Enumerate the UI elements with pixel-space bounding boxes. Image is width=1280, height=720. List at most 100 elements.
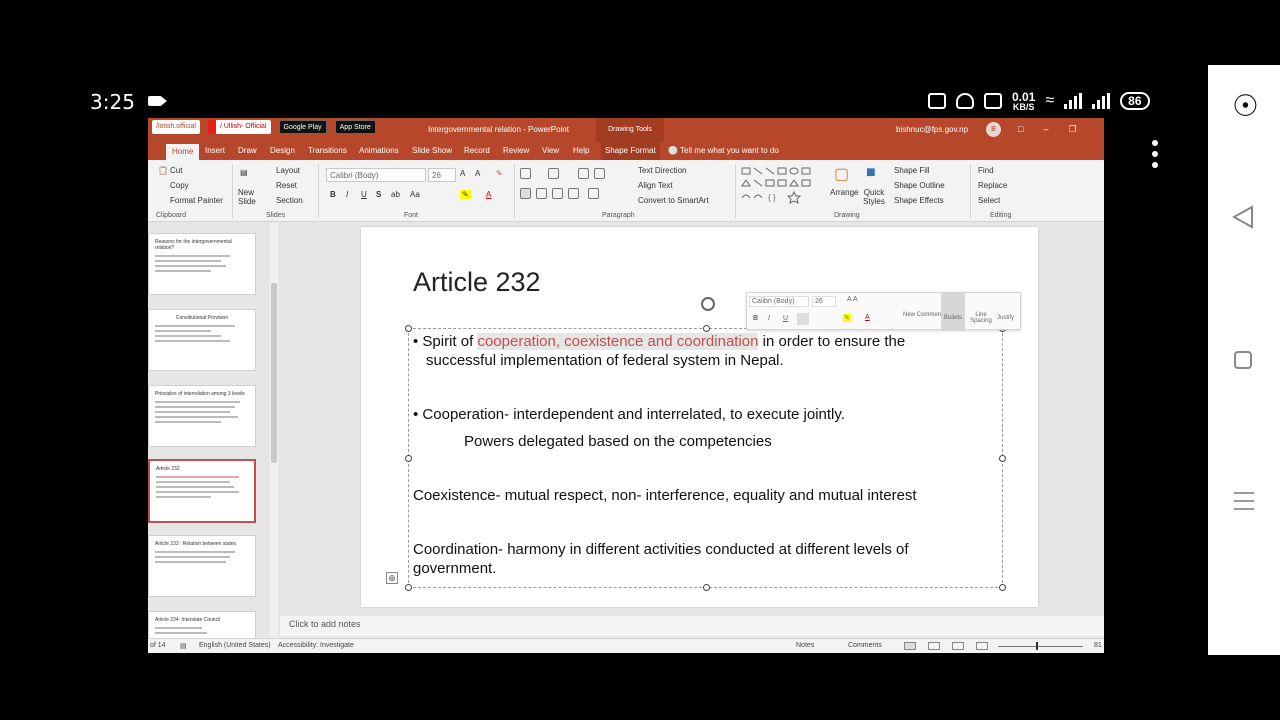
italic-icon[interactable]: I: [346, 190, 348, 199]
grow-font-icon[interactable]: A: [460, 169, 465, 178]
minimize-icon[interactable]: –: [1043, 124, 1048, 135]
tab-view[interactable]: View: [542, 146, 559, 155]
replace-button[interactable]: Replace: [978, 181, 1007, 190]
clear-formatting-icon[interactable]: ✎: [496, 169, 503, 178]
recents-icon[interactable]: [1234, 351, 1252, 369]
slide-title[interactable]: Article 232: [413, 267, 541, 298]
content-textbox[interactable]: • Spirit of cooperation, coexistence and…: [405, 325, 1006, 591]
tell-me-search[interactable]: ⚪ Tell me what you want to do: [668, 146, 779, 155]
tab-review[interactable]: Review: [503, 146, 529, 155]
quick-styles-button[interactable]: Quick Styles: [862, 188, 886, 206]
tab-insert[interactable]: Insert: [205, 146, 225, 155]
tab-animations[interactable]: Animations: [359, 146, 399, 155]
find-button[interactable]: Find: [978, 166, 994, 175]
cut-button[interactable]: Cut: [170, 166, 182, 175]
mini-italic-icon[interactable]: I: [768, 315, 770, 322]
slide-thumbnail[interactable]: Reasons for the intergovernmental relati…: [148, 233, 256, 295]
restore-icon[interactable]: ❐: [1068, 124, 1076, 135]
font-color-icon[interactable]: A: [486, 190, 491, 199]
slide-thumbnail[interactable]: Article 233 : Relation between states: [148, 535, 256, 597]
zoom-level[interactable]: 81: [1094, 642, 1102, 649]
bold-icon[interactable]: B: [330, 190, 336, 199]
tab-draw[interactable]: Draw: [238, 146, 257, 155]
mini-justify-button[interactable]: Justify: [997, 315, 1014, 321]
reset-button[interactable]: Reset: [276, 181, 297, 190]
select-button[interactable]: Select: [978, 196, 1000, 205]
resize-handle[interactable]: [703, 325, 710, 332]
shape-fill-button[interactable]: Shape Fill: [894, 166, 930, 175]
overflow-menu-icon[interactable]: [1152, 140, 1158, 168]
slide-canvas[interactable]: Article 232 • Spirit of cooperation, coe…: [361, 227, 1038, 607]
slide-thumbnail-active[interactable]: Article 232: [148, 459, 256, 523]
shape-outline-button[interactable]: Shape Outline: [894, 181, 945, 190]
mini-font-select[interactable]: Calibri (Body): [749, 296, 809, 307]
tab-help[interactable]: Help: [573, 146, 589, 155]
columns-icon[interactable]: [588, 188, 599, 199]
convert-smartart-button[interactable]: Convert to SmartArt: [638, 196, 709, 205]
tab-record[interactable]: Record: [464, 146, 490, 155]
resize-handle[interactable]: [999, 455, 1006, 462]
menu-icon[interactable]: [1234, 492, 1254, 510]
align-text-button[interactable]: Align Text: [638, 181, 673, 190]
resize-handle[interactable]: [999, 584, 1006, 591]
scrollbar-thumb[interactable]: [271, 283, 277, 463]
rotate-handle-icon[interactable]: [701, 297, 715, 311]
accessibility-icon[interactable]: ☉: [1232, 89, 1259, 124]
ribbon-display-icon[interactable]: □: [1018, 124, 1023, 135]
spelling-icon[interactable]: ▤: [180, 642, 187, 650]
bullets-icon[interactable]: [520, 168, 531, 179]
decrease-indent-icon[interactable]: [578, 168, 589, 179]
thumbnail-scrollbar[interactable]: [270, 223, 278, 638]
character-spacing-icon[interactable]: ab: [391, 190, 400, 199]
notes-button[interactable]: Notes: [796, 642, 814, 649]
layout-button[interactable]: Layout: [276, 166, 300, 175]
paste-icon[interactable]: 📋: [158, 166, 168, 175]
font-size-select[interactable]: 26: [428, 168, 456, 182]
underline-icon[interactable]: U: [361, 190, 367, 199]
increase-indent-icon[interactable]: [594, 168, 605, 179]
align-left-icon[interactable]: [520, 188, 531, 199]
tab-home[interactable]: Home: [166, 144, 200, 160]
mini-bold-icon[interactable]: B: [753, 315, 758, 322]
notes-pane[interactable]: Click to add notes: [280, 616, 1104, 636]
mini-size-select[interactable]: 26: [812, 296, 836, 307]
resize-handle[interactable]: [405, 455, 412, 462]
resize-handle[interactable]: [405, 584, 412, 591]
align-right-icon[interactable]: [552, 188, 563, 199]
zoom-slider-thumb[interactable]: [1036, 642, 1038, 650]
normal-view-icon[interactable]: [904, 642, 916, 650]
back-icon[interactable]: [1232, 205, 1254, 229]
mini-underline-icon[interactable]: U: [783, 315, 788, 322]
strikethrough-icon[interactable]: S: [376, 190, 381, 199]
language-indicator[interactable]: English (United States): [199, 642, 271, 649]
font-name-select[interactable]: Calibri (Body): [326, 168, 426, 182]
mini-bullets-button[interactable]: Bullets: [941, 293, 965, 331]
align-center-icon[interactable]: [536, 188, 547, 199]
reading-view-icon[interactable]: [952, 642, 964, 650]
new-slide-icon[interactable]: ▤: [240, 168, 248, 177]
slide-thumbnail[interactable]: Constitutional Provision: [148, 309, 256, 371]
selected-text[interactable]: cooperation, coexistence and coordinatio…: [477, 333, 759, 350]
slide-thumbnail[interactable]: Principles of interrelation among 3 leve…: [148, 385, 256, 447]
change-case-icon[interactable]: Aa: [410, 190, 420, 199]
tab-design[interactable]: Design: [270, 146, 295, 155]
highlight-icon[interactable]: ✎: [460, 190, 471, 199]
arrange-icon[interactable]: ▢: [834, 164, 849, 184]
resize-handle[interactable]: [703, 584, 710, 591]
mini-font-color-icon[interactable]: A: [865, 314, 870, 321]
avatar[interactable]: B: [986, 122, 1001, 137]
mini-grow-font-icon[interactable]: A A: [847, 296, 858, 303]
zoom-slider[interactable]: [998, 646, 1083, 647]
section-button[interactable]: Section: [276, 196, 303, 205]
shrink-font-icon[interactable]: A: [475, 169, 480, 178]
tab-shape-format[interactable]: Shape Format: [601, 142, 660, 160]
tab-slide-show[interactable]: Slide Show: [412, 146, 452, 155]
quick-styles-icon[interactable]: ■: [866, 164, 876, 182]
format-painter-button[interactable]: Format Painter: [170, 196, 223, 205]
tab-transitions[interactable]: Transitions: [308, 146, 347, 155]
shape-effects-button[interactable]: Shape Effects: [894, 196, 944, 205]
slideshow-icon[interactable]: [976, 642, 988, 650]
autofit-options-icon[interactable]: ⊕: [386, 572, 398, 584]
numbering-icon[interactable]: [548, 168, 559, 179]
copy-button[interactable]: Copy: [170, 181, 189, 190]
